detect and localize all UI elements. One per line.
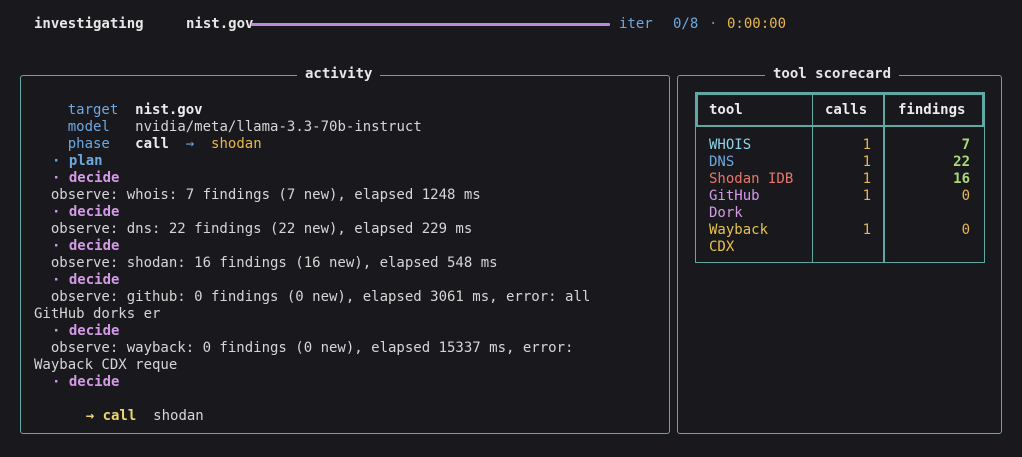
scorecard-title: tool scorecard <box>765 66 900 83</box>
elapsed-time: 0:00:00 <box>727 16 787 32</box>
activity-panel: activity target nist.gov model nvidia/me… <box>20 66 670 434</box>
log-decide: · decide <box>52 204 120 220</box>
header-findings: findings <box>898 102 966 118</box>
current-call: → call shodan <box>52 391 204 442</box>
findings-count: 16 <box>953 171 970 187</box>
tool-name: Wayback <box>709 222 769 238</box>
findings-count: 22 <box>953 154 970 170</box>
log-decide: · decide <box>52 170 120 186</box>
log-decide: · decide <box>52 374 120 390</box>
log-observe: observe: whois: 7 findings (7 new), elap… <box>34 187 481 203</box>
progress-bar <box>251 23 610 26</box>
scorecard-panel: tool scorecard tool calls findings WHOIS… <box>677 66 1002 434</box>
calls-count: 1 <box>862 188 871 204</box>
calls-count: 1 <box>862 171 871 187</box>
findings-count: 0 <box>961 188 970 204</box>
log-observe: observe: dns: 22 findings (22 new), elap… <box>34 221 473 237</box>
call-arg: shodan <box>153 408 204 424</box>
status-target: nist.gov <box>186 16 254 32</box>
findings-count: 0 <box>961 222 970 238</box>
status-separator: · <box>709 16 718 32</box>
status-bar: investigating nist.gov iter 0/8 · 0:00:0… <box>16 16 786 33</box>
log-observe: observe: wayback: 0 findings (0 new), el… <box>34 340 574 356</box>
log-observe-wrap: GitHub dorks er <box>34 306 161 322</box>
activity-title: activity <box>297 66 381 83</box>
tool-name: DNS <box>709 154 735 170</box>
log-decide: · decide <box>52 323 120 339</box>
tool-name: CDX <box>709 239 735 255</box>
calls-count: 1 <box>862 154 871 170</box>
log-observe: observe: github: 0 findings (0 new), ela… <box>34 289 591 305</box>
calls-count: 1 <box>862 222 871 238</box>
phase-value: call <box>135 136 169 152</box>
phase-arg: shodan <box>211 136 262 152</box>
tool-name: Dork <box>709 205 743 221</box>
calls-count: 1 <box>862 137 871 153</box>
column-divider <box>812 93 813 262</box>
log-observe: observe: shodan: 16 findings (16 new), e… <box>34 255 498 271</box>
log-observe-wrap: Wayback CDX reque <box>34 357 178 373</box>
tool-name: WHOIS <box>709 137 752 153</box>
status-title: investigating <box>34 16 144 32</box>
findings-count: 7 <box>961 137 970 153</box>
log-plan: · plan <box>52 153 103 169</box>
log-decide: · decide <box>52 272 120 288</box>
iter-label: iter <box>619 16 653 32</box>
phase-key: phase <box>67 136 110 152</box>
header-calls: calls <box>825 102 868 118</box>
header-tool: tool <box>709 102 743 118</box>
iter-value: 0/8 <box>673 16 699 32</box>
log-decide: · decide <box>52 238 120 254</box>
call-label: → call <box>85 408 137 424</box>
column-divider <box>883 93 885 262</box>
tool-name: GitHub <box>709 188 760 204</box>
scorecard-table: tool calls findings WHOIS 1 7 DNS 1 22 Shodan … <box>695 92 985 263</box>
tool-name: Shodan IDB <box>709 171 794 187</box>
phase-arrow: → <box>185 136 195 152</box>
